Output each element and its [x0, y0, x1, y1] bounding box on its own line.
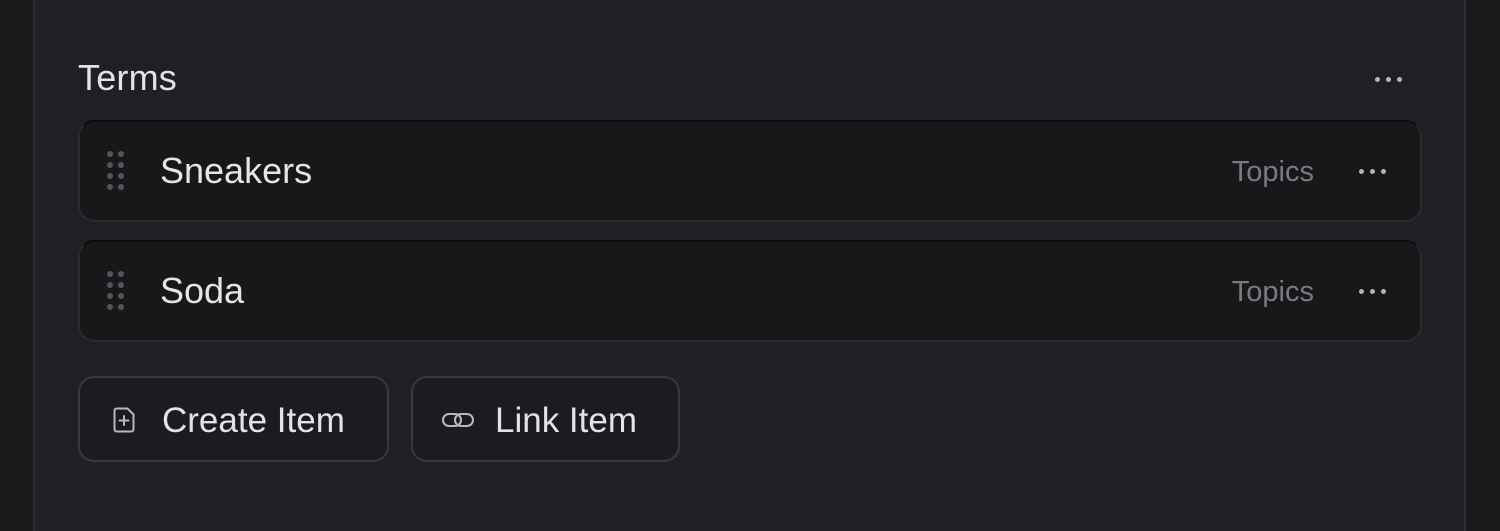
more-horizontal-icon — [1358, 288, 1386, 294]
item-label: Soda — [160, 270, 245, 311]
section-more-button[interactable] — [1366, 64, 1410, 94]
more-horizontal-icon — [1374, 76, 1402, 82]
list-item[interactable]: Sneakers Topics — [78, 120, 1422, 222]
link-icon — [441, 406, 474, 434]
section-header: Terms — [78, 54, 1422, 104]
list-item[interactable]: Soda Topics — [78, 240, 1422, 342]
item-more-button[interactable] — [1350, 156, 1394, 186]
item-collection-tag: Topics — [1231, 156, 1314, 188]
link-item-button[interactable]: Link Item — [411, 376, 680, 462]
link-item-label: Link Item — [495, 401, 637, 440]
item-label: Sneakers — [160, 150, 313, 191]
plus-square-icon — [110, 406, 138, 434]
item-more-button[interactable] — [1350, 276, 1394, 306]
drag-handle-icon[interactable] — [106, 270, 126, 312]
create-item-label: Create Item — [162, 401, 345, 440]
page: Terms Sneakers Topics Soda Topics Create… — [0, 0, 1500, 531]
item-collection-tag: Topics — [1231, 276, 1314, 308]
more-horizontal-icon — [1358, 168, 1386, 174]
drag-handle-icon[interactable] — [106, 150, 126, 192]
section-title: Terms — [78, 57, 177, 98]
create-item-button[interactable]: Create Item — [78, 376, 389, 462]
